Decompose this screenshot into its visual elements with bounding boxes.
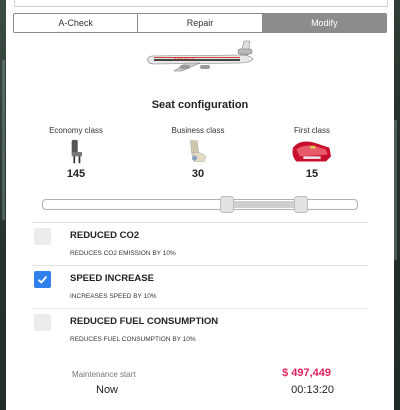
first-class-label: First class — [294, 126, 330, 135]
reduced-fuel-checkbox[interactable] — [34, 314, 51, 331]
business-count: 30 — [191, 168, 205, 180]
modification-row[interactable]: REDUCED CO2 REDUCES CO2 EMISSION BY 10% — [32, 222, 368, 266]
maintenance-price: $ 497,449 — [282, 367, 331, 379]
modification-title: REDUCED CO2 — [70, 230, 140, 241]
dc10-airplane-icon: AEROFLOT — [147, 40, 254, 72]
top-strip — [14, 0, 388, 7]
economy-seat-icon — [71, 139, 83, 164]
modification-row[interactable]: REDUCED FUEL CONSUMPTION REDUCES FUEL CO… — [32, 308, 368, 352]
modification-title: SPEED INCREASE — [70, 273, 154, 284]
tab-modify[interactable]: Modify — [262, 14, 386, 32]
maintenance-start-value: Now — [96, 384, 119, 396]
economy-class-column: Economy class 145 — [26, 126, 126, 180]
tab-bar: A-Check Repair Modify — [13, 13, 387, 33]
maintenance-start-label: Maintenance start — [72, 370, 136, 379]
maintenance-panel: A-Check Repair Modify AEROFLOT Seat conf… — [6, 0, 394, 410]
modification-description: REDUCES FUEL CONSUMPTION BY 10% — [70, 336, 196, 343]
modification-row[interactable]: SPEED INCREASE INCREASES SPEED BY 10% — [32, 265, 368, 309]
business-class-label: Business class — [171, 126, 225, 135]
slider-range — [227, 201, 300, 208]
maintenance-duration: 00:13:20 — [291, 384, 334, 396]
modification-description: INCREASES SPEED BY 10% — [70, 293, 157, 300]
seat-config-title: Seat configuration — [151, 99, 249, 111]
modification-title: REDUCED FUEL CONSUMPTION — [70, 316, 219, 327]
tab-repair[interactable]: Repair — [138, 14, 263, 32]
slider-thumb-economy-business[interactable] — [220, 196, 234, 213]
business-seat-icon — [189, 140, 207, 162]
checkmark-icon — [37, 275, 48, 284]
first-class-count: 15 — [305, 168, 319, 180]
economy-class-label: Economy class — [49, 126, 103, 135]
slider-thumb-business-first[interactable] — [294, 196, 308, 213]
svg-text:AEROFLOT: AEROFLOT — [174, 56, 196, 61]
seat-distribution-slider[interactable] — [42, 196, 358, 213]
modification-description: REDUCES CO2 EMISSION BY 10% — [70, 250, 176, 257]
first-class-seat-icon — [292, 141, 332, 162]
economy-count: 145 — [66, 168, 86, 180]
business-class-column: Business class 30 — [148, 126, 248, 180]
reduced-co2-checkbox[interactable] — [34, 228, 51, 245]
first-class-column: First class 15 — [262, 126, 362, 180]
speed-increase-checkbox[interactable] — [34, 271, 51, 288]
tab-a-check[interactable]: A-Check — [14, 14, 139, 32]
